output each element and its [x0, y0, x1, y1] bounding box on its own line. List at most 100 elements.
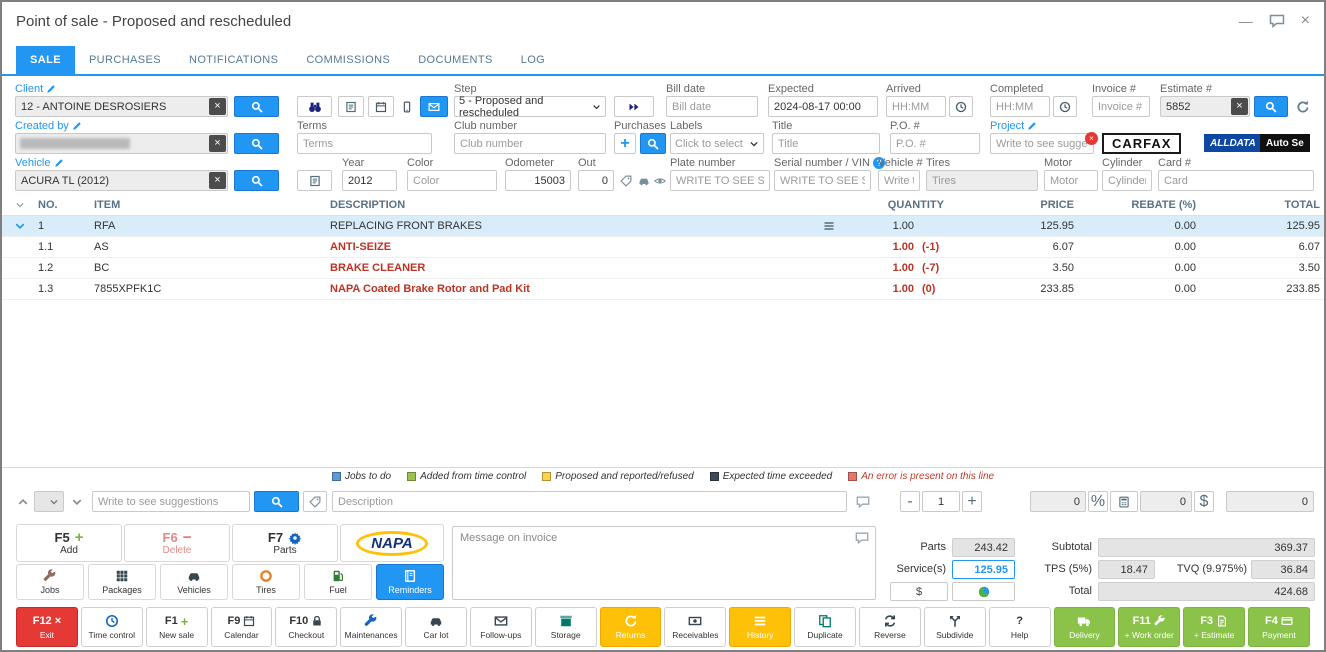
add-purchase-button[interactable]: + [614, 133, 636, 154]
item-search-button[interactable] [254, 491, 299, 512]
returns-button[interactable]: Returns [600, 607, 662, 647]
expected-input[interactable] [768, 96, 878, 117]
fuel-button[interactable]: Fuel [304, 564, 372, 600]
step-select[interactable]: 5 - Proposed and rescheduled [454, 96, 606, 117]
client-note-button[interactable] [338, 96, 364, 117]
table-row[interactable]: 1.2 BC BRAKE CLEANER 1.00 (-7) 3.50 0.00… [2, 258, 1326, 279]
club-number-input[interactable] [454, 133, 606, 154]
odometer-input[interactable] [505, 170, 571, 191]
percent-button[interactable]: % [1088, 491, 1108, 512]
follow-ups-button[interactable]: Follow-ups [470, 607, 532, 647]
col-description[interactable]: DESCRIPTION [330, 199, 847, 211]
estimate-search-button[interactable] [1254, 96, 1288, 117]
job-details-icon[interactable] [823, 220, 835, 232]
delivery-button[interactable]: Delivery [1054, 607, 1116, 647]
tab-documents[interactable]: DOCUMENTS [404, 46, 507, 74]
checkout-button[interactable]: F10Checkout [275, 607, 337, 647]
card-input[interactable] [1158, 170, 1314, 191]
vehicle-lookup-button[interactable] [636, 170, 652, 191]
reverse-button[interactable]: Reverse [859, 607, 921, 647]
arrived-now-button[interactable] [949, 96, 973, 117]
help-button[interactable]: ?Help [989, 607, 1051, 647]
parts-button[interactable]: F7 Parts [232, 524, 338, 562]
vehicles-button[interactable]: Vehicles [160, 564, 228, 600]
invoice-input[interactable] [1092, 96, 1150, 117]
next-step-button[interactable] [614, 96, 654, 117]
qty-input[interactable] [922, 491, 960, 512]
po-input[interactable] [890, 133, 980, 154]
client-appointment-button[interactable] [368, 96, 394, 117]
clear-estimate-icon[interactable]: × [1231, 98, 1248, 115]
odometer-out-input[interactable] [578, 170, 614, 191]
estimate-refresh-button[interactable] [1292, 96, 1314, 117]
rebate-input[interactable] [1030, 491, 1086, 512]
clear-created-by-icon[interactable]: × [209, 135, 226, 152]
item-tag-button[interactable] [303, 491, 327, 512]
history-button[interactable]: History [729, 607, 791, 647]
vin-input[interactable] [774, 170, 871, 191]
minimize-button[interactable]: — [1239, 13, 1253, 29]
estimate-button[interactable]: F3+ Estimate [1183, 607, 1245, 647]
col-item[interactable]: ITEM [94, 199, 330, 211]
qty-decrease-button[interactable]: - [900, 491, 920, 512]
carfax-logo[interactable]: CARFAX [1102, 133, 1181, 154]
duplicate-button[interactable]: Duplicate [794, 607, 856, 647]
clear-vehicle-icon[interactable]: × [209, 172, 226, 189]
dollar-button[interactable]: $ [1194, 491, 1214, 512]
move-line-up-button[interactable] [14, 491, 32, 512]
plate-input[interactable] [670, 170, 770, 191]
line-comment-button[interactable] [852, 491, 874, 512]
project-input[interactable] [990, 133, 1094, 154]
table-row[interactable]: 1.1 AS ANTI-SEIZE 1.00 (-1) 6.07 0.00 6.… [2, 237, 1326, 258]
sort-icon[interactable] [15, 200, 25, 210]
vehicle-number-input[interactable] [878, 170, 920, 191]
alldata-logo[interactable]: ALLDATA [1204, 134, 1262, 152]
created-by-label[interactable]: Created by [15, 120, 228, 133]
terms-input[interactable] [297, 133, 432, 154]
work-order-button[interactable]: F11+ Work order [1118, 607, 1180, 647]
vehicle-search-button[interactable] [234, 170, 279, 191]
table-row[interactable]: 1.3 7855XPFK1C NAPA Coated Brake Rotor a… [2, 279, 1326, 300]
vehicle-note-button[interactable] [297, 170, 332, 191]
price-calc-button[interactable] [1110, 491, 1138, 512]
motor-input[interactable] [1044, 170, 1098, 191]
subdivide-button[interactable]: Subdivide [924, 607, 986, 647]
tab-log[interactable]: LOG [507, 46, 559, 74]
arrived-input[interactable] [886, 96, 946, 117]
calendar-button[interactable]: F9Calendar [211, 607, 273, 647]
tab-notifications[interactable]: NOTIFICATIONS [175, 46, 292, 74]
table-row[interactable]: 1 RFA REPLACING FRONT BRAKES 1.00 125.95… [2, 216, 1326, 237]
col-rebate[interactable]: REBATE (%) [1082, 199, 1204, 211]
client-input[interactable] [15, 96, 228, 117]
tab-sale[interactable]: SALE [16, 46, 75, 74]
col-total[interactable]: TOTAL [1204, 199, 1326, 211]
reminders-button[interactable]: Reminders [376, 564, 444, 600]
comment-icon[interactable] [855, 529, 869, 547]
col-quantity[interactable]: QUANTITY [847, 199, 970, 211]
invoice-message-input[interactable] [452, 526, 876, 600]
vehicle-input[interactable] [15, 170, 228, 191]
jobs-button[interactable]: Jobs [16, 564, 84, 600]
clear-client-icon[interactable]: × [209, 98, 226, 115]
currency-button[interactable]: $ [890, 582, 948, 601]
client-phone-button[interactable] [397, 96, 417, 117]
storage-button[interactable]: Storage [535, 607, 597, 647]
line-total-input[interactable] [1226, 491, 1314, 512]
napa-catalog-button[interactable]: NAPA [340, 524, 444, 562]
new-sale-button[interactable]: F1+New sale [146, 607, 208, 647]
time-control-button[interactable]: Time control [81, 607, 143, 647]
autoserve-logo[interactable]: Auto Se [1260, 134, 1310, 152]
cylinder-input[interactable] [1102, 170, 1152, 191]
created-by-search-button[interactable] [234, 133, 279, 154]
margin-chart-button[interactable] [952, 582, 1015, 601]
project-label[interactable]: Project [990, 120, 1094, 133]
vehicle-view-button[interactable] [652, 170, 668, 191]
maintenances-button[interactable]: Maintenances [340, 607, 402, 647]
col-price[interactable]: PRICE [970, 199, 1082, 211]
tires-input[interactable] [926, 170, 1038, 191]
add-line-button[interactable]: F5+ Add [16, 524, 122, 562]
completed-now-button[interactable] [1053, 96, 1077, 117]
tab-commissions[interactable]: COMMISSIONS [292, 46, 404, 74]
vehicle-label[interactable]: Vehicle [15, 157, 228, 170]
tires-button[interactable]: Tires [232, 564, 300, 600]
